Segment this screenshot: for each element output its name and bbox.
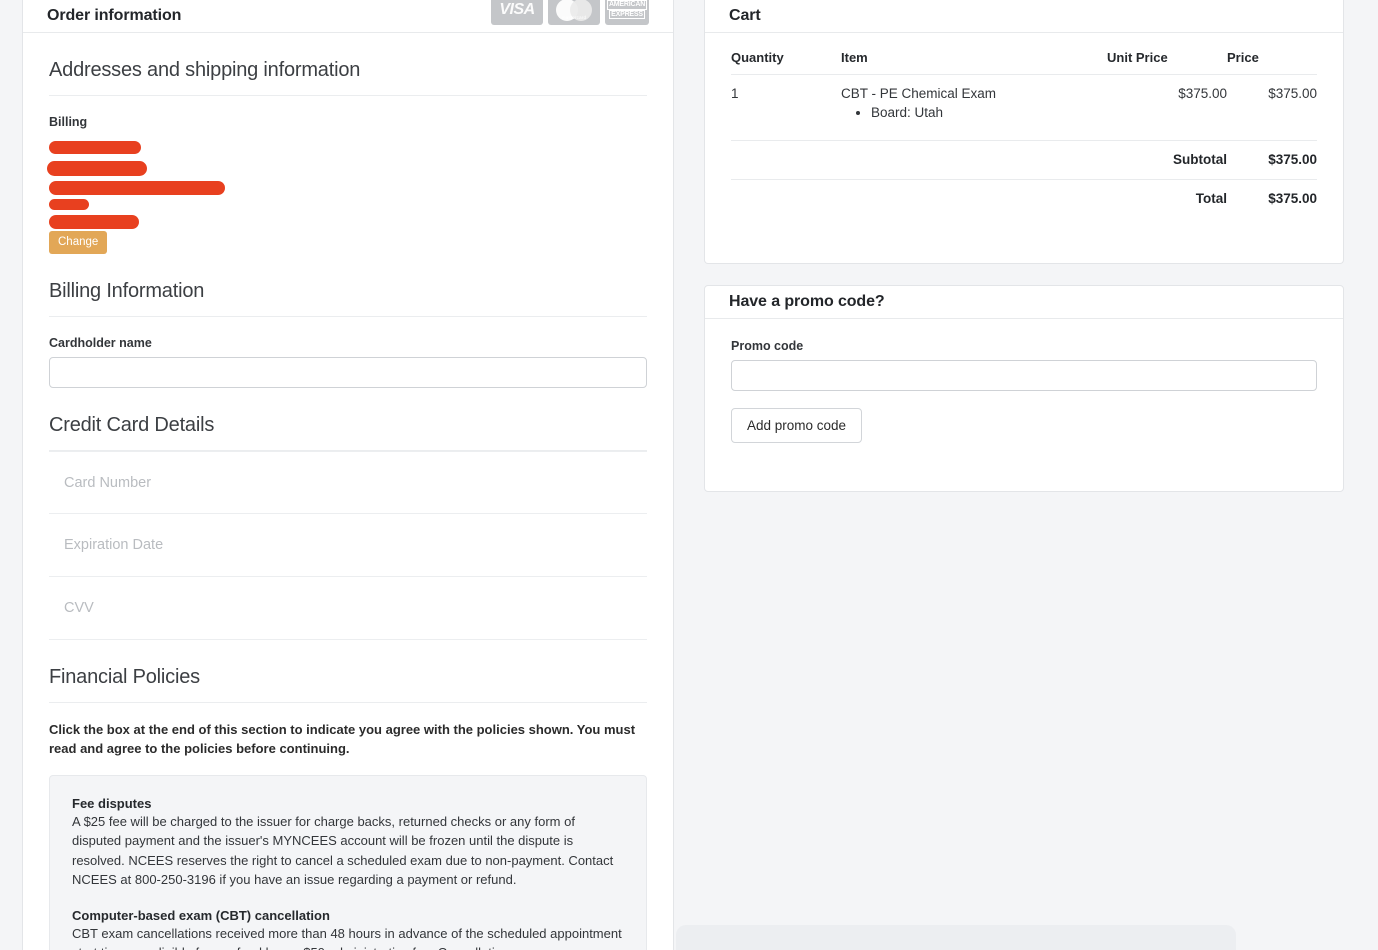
subtotal-row: Subtotal $375.00 bbox=[731, 140, 1317, 180]
promo-code-header: Have a promo code? bbox=[705, 286, 1343, 319]
total-value: $375.00 bbox=[1268, 191, 1317, 206]
cart-body: Quantity Item Unit Price Price 1 CBT - P… bbox=[705, 33, 1343, 218]
cell-quantity: 1 bbox=[731, 74, 841, 141]
order-information-card: Order information VISA mastercard AMERIC… bbox=[22, 0, 674, 950]
column-header-quantity: Quantity bbox=[731, 33, 841, 75]
redacted-billing-address bbox=[47, 135, 647, 231]
expiration-date-field[interactable] bbox=[49, 514, 647, 577]
promo-code-body: Promo code Add promo code bbox=[705, 319, 1343, 443]
promo-code-input[interactable] bbox=[731, 360, 1317, 391]
policy-heading-cbt-cancellation: Computer-based exam (CBT) cancellation bbox=[72, 907, 330, 923]
mastercard-circles-icon: mastercard bbox=[556, 0, 592, 21]
promo-code-card: Have a promo code? Promo code Add promo … bbox=[704, 285, 1344, 492]
credit-card-details-section-title: Credit Card Details bbox=[49, 388, 647, 451]
policy-body-fee-disputes: A $25 fee will be charged to the issuer … bbox=[72, 813, 614, 888]
expiration-date-input[interactable] bbox=[62, 536, 647, 554]
cell-unit-price: $375.00 bbox=[1107, 74, 1227, 141]
table-row: 1 CBT - PE Chemical Exam Board: Utah $37… bbox=[731, 74, 1317, 141]
cart-header: Cart bbox=[705, 0, 1343, 33]
credit-card-fields bbox=[49, 451, 647, 640]
policy-heading-fee-disputes: Fee disputes bbox=[72, 795, 152, 811]
cart-title: Cart bbox=[729, 7, 761, 24]
column-header-item: Item bbox=[841, 33, 1107, 75]
column-header-price: Price bbox=[1227, 33, 1317, 75]
cardholder-name-label: Cardholder name bbox=[49, 336, 152, 350]
cart-table: Quantity Item Unit Price Price 1 CBT - P… bbox=[731, 33, 1317, 218]
amex-logo-icon: AMERICAN EXPRESS bbox=[605, 0, 649, 25]
card-number-field[interactable] bbox=[49, 451, 647, 514]
checkout-page: Order information VISA mastercard AMERIC… bbox=[0, 0, 1378, 950]
column-header-unit-price: Unit Price bbox=[1107, 33, 1227, 75]
financial-policies-section-title: Financial Policies bbox=[49, 640, 647, 703]
total-row: Total $375.00 bbox=[731, 180, 1317, 219]
subtotal-value: $375.00 bbox=[1227, 140, 1317, 180]
policies-instruction-text: Click the box at the end of this section… bbox=[49, 722, 636, 756]
change-address-button[interactable]: Change bbox=[49, 231, 108, 254]
mastercard-logo-icon: mastercard bbox=[548, 0, 600, 25]
page-title: Order information bbox=[47, 7, 182, 24]
cvv-field[interactable] bbox=[49, 577, 647, 640]
cart-table-header-row: Quantity Item Unit Price Price bbox=[731, 33, 1317, 75]
item-detail: Board: Utah bbox=[871, 105, 1107, 120]
item-name: CBT - PE Chemical Exam bbox=[841, 86, 997, 101]
bottom-sticky-bar bbox=[676, 925, 1236, 950]
card-number-input[interactable] bbox=[62, 473, 647, 492]
policies-box: Fee disputes A $25 fee will be charged t… bbox=[49, 774, 647, 950]
visa-logo-icon: VISA bbox=[491, 0, 543, 25]
order-information-header: Order information VISA mastercard AMERIC… bbox=[23, 0, 673, 33]
cell-price: $375.00 bbox=[1227, 74, 1317, 141]
addresses-section-title: Addresses and shipping information bbox=[49, 33, 647, 96]
cvv-input[interactable] bbox=[62, 599, 647, 617]
billing-information-section-title: Billing Information bbox=[49, 254, 647, 317]
policy-body-cbt-cancellation: CBT exam cancellations received more tha… bbox=[72, 925, 622, 950]
order-information-body: Addresses and shipping information Billi… bbox=[23, 33, 673, 950]
promo-code-label: Promo code bbox=[731, 339, 804, 353]
cell-item: CBT - PE Chemical Exam Board: Utah bbox=[841, 74, 1107, 141]
total-label: Total bbox=[1195, 191, 1227, 206]
billing-label: Billing bbox=[49, 115, 88, 129]
add-promo-code-button[interactable]: Add promo code bbox=[731, 408, 863, 443]
subtotal-label: Subtotal bbox=[1107, 140, 1227, 180]
item-detail-list: Board: Utah bbox=[871, 105, 1107, 120]
promo-code-title: Have a promo code? bbox=[729, 293, 885, 310]
accepted-cards: VISA mastercard AMERICAN EXPRESS bbox=[491, 0, 649, 25]
cardholder-name-input[interactable] bbox=[49, 357, 647, 388]
cart-card: Cart Quantity Item Unit Price Price 1 CB… bbox=[704, 0, 1344, 264]
